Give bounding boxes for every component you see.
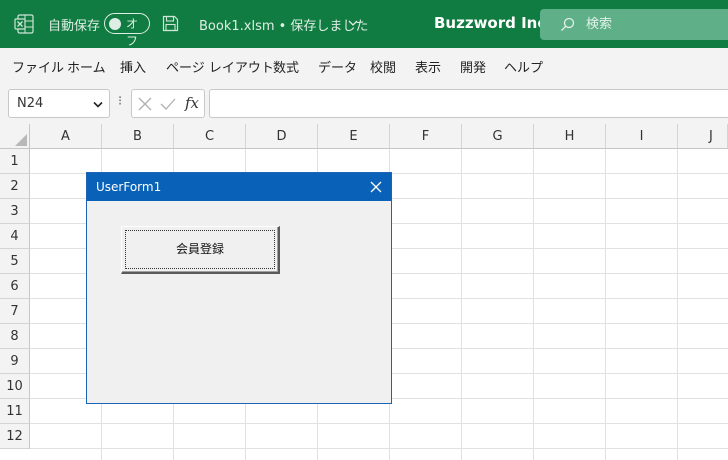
row-header-5[interactable]: 5 <box>0 249 30 274</box>
file-name[interactable]: Book1.xlsm • 保存しました <box>199 15 368 34</box>
chevron-down-icon[interactable] <box>348 19 358 27</box>
tab-formulas[interactable]: 数式 <box>273 57 299 76</box>
tab-file[interactable]: ファイル <box>12 57 64 76</box>
member-register-button-label: 会員登録 <box>175 242 224 256</box>
search-box[interactable] <box>540 9 728 40</box>
tab-home[interactable]: ホーム <box>67 57 106 76</box>
column-header-j[interactable]: J <box>678 124 728 149</box>
row-header-4[interactable]: 4 <box>0 224 30 249</box>
account-name[interactable]: Buzzword Inc. <box>434 14 552 32</box>
autosave-toggle[interactable]: オフ <box>104 13 150 48</box>
toggle-knob <box>109 17 121 30</box>
search-input[interactable] <box>586 14 726 35</box>
column-header-b[interactable]: B <box>102 124 174 149</box>
userform-dialog: UserForm1 会員登録 <box>86 172 392 404</box>
row-header-11[interactable]: 11 <box>0 399 30 424</box>
cancel-icon[interactable] <box>138 97 152 111</box>
row-header-6[interactable]: 6 <box>0 274 30 299</box>
more-options-icon[interactable]: ⁝ <box>118 94 122 109</box>
row-header-1[interactable]: 1 <box>0 149 30 174</box>
column-header-e[interactable]: E <box>318 124 390 149</box>
name-box-value: N24 <box>17 96 44 111</box>
confirm-icon[interactable] <box>160 97 176 111</box>
column-header-g[interactable]: G <box>462 124 534 149</box>
row-header-8[interactable]: 8 <box>0 324 30 349</box>
row-header-10[interactable]: 10 <box>0 374 30 399</box>
ribbon-tabs: ファイル ホーム 挿入 ページ レイアウト 数式 データ 校閲 表示 開発 ヘル… <box>0 48 728 84</box>
row-header-12[interactable]: 12 <box>0 424 30 449</box>
insert-function-icon[interactable]: fx <box>185 94 199 112</box>
tab-view[interactable]: 表示 <box>415 57 441 76</box>
member-register-button[interactable]: 会員登録 <box>121 226 280 274</box>
column-header-i[interactable]: I <box>606 124 678 149</box>
column-header-c[interactable]: C <box>174 124 246 149</box>
tab-developer[interactable]: 開発 <box>460 57 486 76</box>
row-header-7[interactable]: 7 <box>0 299 30 324</box>
tab-page-layout[interactable]: ページ レイアウト <box>166 57 274 76</box>
save-icon[interactable] <box>162 15 179 32</box>
column-header-h[interactable]: H <box>534 124 606 149</box>
excel-app-icon[interactable] <box>14 14 34 34</box>
autosave-state: オフ <box>126 17 139 48</box>
formula-input[interactable] <box>209 89 728 118</box>
row-header-3[interactable]: 3 <box>0 199 30 224</box>
title-bar: 自動保存 オフ Book1.xlsm • 保存しました Buzzword Inc… <box>0 0 728 48</box>
chevron-down-icon[interactable] <box>93 101 103 108</box>
search-icon <box>561 17 575 31</box>
row-header-2[interactable]: 2 <box>0 174 30 199</box>
userform-title-bar[interactable]: UserForm1 <box>87 173 391 201</box>
tab-insert[interactable]: 挿入 <box>120 57 146 76</box>
row-header-9[interactable]: 9 <box>0 349 30 374</box>
column-header-d[interactable]: D <box>246 124 318 149</box>
autosave-label: 自動保存 <box>48 19 101 34</box>
select-all-corner[interactable] <box>0 124 30 149</box>
tab-review[interactable]: 校閲 <box>370 57 396 76</box>
name-box[interactable]: N24 <box>8 89 110 118</box>
tab-data[interactable]: データ <box>318 57 357 76</box>
column-header-a[interactable]: A <box>30 124 102 149</box>
userform-title: UserForm1 <box>96 180 162 194</box>
formula-actions: fx <box>131 89 205 118</box>
close-icon[interactable] <box>369 180 383 194</box>
formula-bar: N24 ⁝ fx <box>0 84 728 124</box>
column-header-f[interactable]: F <box>390 124 462 149</box>
tab-help[interactable]: ヘルプ <box>504 57 543 76</box>
